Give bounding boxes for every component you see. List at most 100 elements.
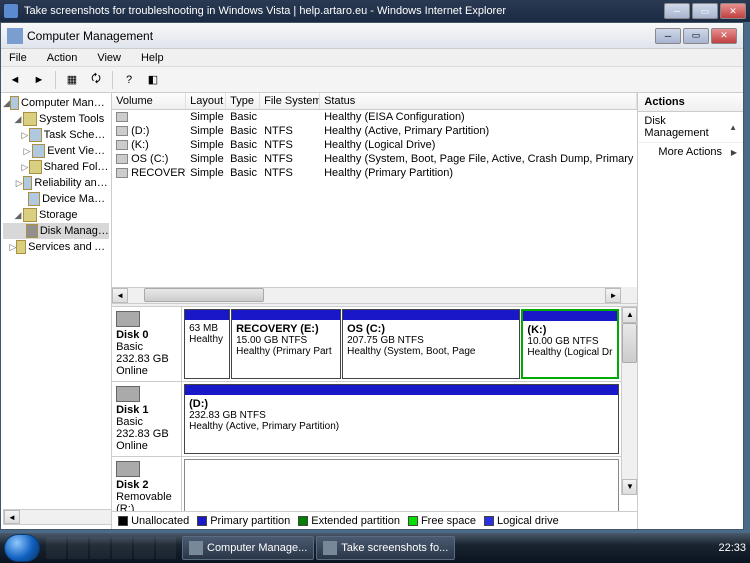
toolbar-refresh-button[interactable]: 🗘	[86, 70, 106, 90]
content-area: ◢Computer Management (Local ◢System Tool…	[1, 93, 743, 529]
partition-recovery[interactable]: RECOVERY (E:) 15.00 GB NTFS Healthy (Pri…	[231, 309, 341, 379]
vol-status: Healthy (Active, Primary Partition)	[320, 124, 637, 138]
partition-os-c[interactable]: OS (C:) 207.75 GB NTFS Healthy (System, …	[342, 309, 520, 379]
partition-status: Healthy (System, Boot, Page	[347, 346, 515, 357]
tree-system-tools[interactable]: ◢System Tools	[3, 111, 109, 127]
scroll-thumb[interactable]	[144, 288, 264, 302]
disk-row-1[interactable]: Disk 1 Basic 232.83 GB Online (D:) 232.8…	[112, 382, 621, 457]
tree-task-scheduler[interactable]: ▷Task Scheduler	[3, 127, 109, 143]
menu-action[interactable]: Action	[43, 52, 82, 64]
volume-icon	[116, 126, 128, 136]
partition-k[interactable]: (K:) 10.00 GB NTFS Healthy (Logical Dr	[521, 309, 619, 379]
start-button[interactable]	[4, 534, 40, 562]
vol-status: Healthy (Logical Drive)	[320, 138, 637, 152]
ie-minimize-button[interactable]: ─	[664, 3, 690, 19]
col-status[interactable]: Status	[320, 93, 637, 109]
tray-network-icon[interactable]	[682, 541, 696, 555]
tray-icon[interactable]	[664, 541, 678, 555]
toolbar-action-button[interactable]: ◧	[143, 70, 163, 90]
col-volume[interactable]: Volume	[112, 93, 186, 109]
mmc-titlebar[interactable]: Computer Management ─ ▭ ✕	[1, 23, 743, 49]
toolbar-separator	[55, 71, 56, 89]
toolbar-help-button[interactable]: ?	[119, 70, 139, 90]
vol-layout: Simple	[186, 166, 226, 180]
partition-header	[343, 310, 519, 320]
volume-row[interactable]: Simple Basic Healthy (EISA Configuration…	[112, 110, 637, 124]
partition-eisa[interactable]: 63 MB Healthy	[184, 309, 230, 379]
toolbar-forward-button[interactable]: ►	[29, 70, 49, 90]
partition-empty[interactable]	[184, 459, 619, 511]
tray-volume-icon[interactable]	[700, 541, 714, 555]
mmc-maximize-button[interactable]: ▭	[683, 28, 709, 44]
ql-app-icon[interactable]	[156, 537, 176, 559]
partition-size: 10.00 GB NTFS	[527, 336, 613, 347]
toolbar-properties-button[interactable]: ▦	[62, 70, 82, 90]
tree-storage[interactable]: ◢Storage	[3, 207, 109, 223]
volume-row[interactable]: (K:) Simple Basic NTFS Healthy (Logical …	[112, 138, 637, 152]
scroll-down-button[interactable]: ▼	[622, 479, 637, 495]
scroll-track[interactable]	[20, 510, 112, 524]
ie-close-button[interactable]: ✕	[720, 3, 746, 19]
col-layout[interactable]: Layout	[186, 93, 226, 109]
system-tray: 22:33	[646, 541, 746, 555]
clock[interactable]: 22:33	[718, 542, 746, 554]
actions-section-label: Disk Management	[644, 115, 729, 139]
actions-more-actions[interactable]: More Actions ▶	[638, 143, 743, 161]
vol-layout: Simple	[186, 138, 226, 152]
vol-layout: Simple	[186, 110, 226, 124]
scroll-left-button[interactable]: ◄	[112, 288, 128, 303]
col-type[interactable]: Type	[226, 93, 260, 109]
scroll-thumb[interactable]	[622, 323, 637, 363]
volume-list-header: Volume Layout Type File System Status	[112, 93, 637, 110]
ie-maximize-button[interactable]: ▭	[692, 3, 718, 19]
tree-root[interactable]: ◢Computer Management (Local	[3, 95, 109, 111]
volume-list-hscrollbar[interactable]: ◄ ►	[112, 287, 621, 303]
menu-help[interactable]: Help	[137, 52, 168, 64]
tree-services[interactable]: ▷Services and Applications	[3, 239, 109, 255]
ie-titlebar[interactable]: Take screenshots for troubleshooting in …	[0, 0, 750, 22]
partition-status: Healthy (Logical Dr	[527, 347, 613, 358]
tree-shared-folders[interactable]: ▷Shared Folders	[3, 159, 109, 175]
tree-device-manager[interactable]: Device Manager	[3, 191, 109, 207]
scroll-left-button[interactable]: ◄	[4, 510, 20, 524]
disk-row-2[interactable]: Disk 2 Removable (R:) No Media	[112, 457, 621, 511]
toolbar-back-button[interactable]: ◄	[5, 70, 25, 90]
vol-fs: NTFS	[260, 166, 320, 180]
legend-free: Free space	[408, 515, 476, 527]
scroll-right-button[interactable]: ►	[605, 288, 621, 303]
disk-size: 232.83 GB	[116, 353, 177, 365]
ql-switch-windows[interactable]	[68, 537, 88, 559]
disk-label: Disk 0	[116, 329, 177, 341]
volume-row[interactable]: RECOVERY (E:) Simple Basic NTFS Healthy …	[112, 166, 637, 180]
col-filesystem[interactable]: File System	[260, 93, 320, 109]
ql-app-icon[interactable]	[134, 537, 154, 559]
volume-list[interactable]: Volume Layout Type File System Status Si…	[112, 93, 637, 303]
tree-hscrollbar[interactable]: ◄ ►	[3, 509, 112, 525]
tree-disk-management[interactable]: Disk Management	[3, 223, 109, 239]
ql-ie-icon[interactable]	[90, 537, 110, 559]
volume-row[interactable]: (D:) Simple Basic NTFS Healthy (Active, …	[112, 124, 637, 138]
menu-file[interactable]: File	[5, 52, 31, 64]
ql-media-player-icon[interactable]	[112, 537, 132, 559]
mmc-close-button[interactable]: ✕	[711, 28, 737, 44]
volume-row[interactable]: OS (C:) Simple Basic NTFS Healthy (Syste…	[112, 152, 637, 166]
partition-d[interactable]: (D:) 232.83 GB NTFS Healthy (Active, Pri…	[184, 384, 619, 454]
mmc-minimize-button[interactable]: ─	[655, 28, 681, 44]
tree-event-viewer[interactable]: ▷Event Viewer	[3, 143, 109, 159]
tree-reliability[interactable]: ▷Reliability and Performa	[3, 175, 109, 191]
disk-info: Disk 2 Removable (R:) No Media	[112, 457, 182, 511]
scroll-up-button[interactable]: ▲	[622, 307, 637, 323]
actions-section-disk-management[interactable]: Disk Management ▲	[638, 112, 743, 143]
toolbar: ◄ ► ▦ 🗘 ? ◧	[1, 67, 743, 93]
disk-row-0[interactable]: Disk 0 Basic 232.83 GB Online 63 MB Heal…	[112, 307, 621, 382]
ql-show-desktop[interactable]	[46, 537, 66, 559]
menu-view[interactable]: View	[93, 52, 125, 64]
partition-size: 207.75 GB NTFS	[347, 335, 515, 346]
tree-pane[interactable]: ◢Computer Management (Local ◢System Tool…	[1, 93, 112, 529]
taskbar-task-ie[interactable]: Take screenshots fo...	[316, 536, 455, 560]
ie-title-text: Take screenshots for troubleshooting in …	[4, 5, 664, 17]
graphical-vscrollbar[interactable]: ▲ ▼	[621, 307, 637, 495]
taskbar-task-computer-management[interactable]: Computer Manage...	[182, 536, 314, 560]
tray-icon[interactable]	[646, 541, 660, 555]
disk-info: Disk 0 Basic 232.83 GB Online	[112, 307, 182, 381]
